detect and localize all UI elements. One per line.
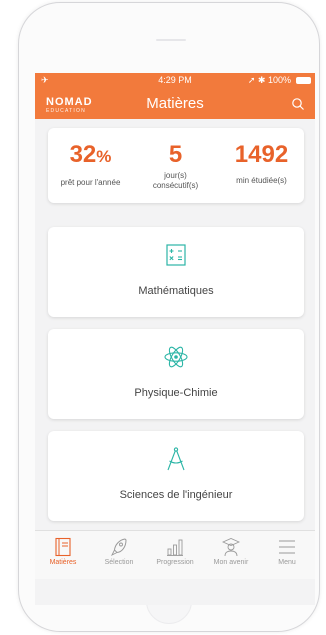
speaker: [156, 39, 186, 41]
subject-card-physique-chimie[interactable]: Physique-Chimie: [48, 329, 304, 419]
tab-menu[interactable]: Menu: [259, 531, 315, 579]
app-screen: ✈ 4:29 PM ➚ ✱ 100% NOMAD EDUCATION Matiè…: [35, 73, 315, 605]
stat-ready: 32% prêt pour l'année: [60, 141, 121, 188]
tab-mon-avenir[interactable]: Mon avenir: [203, 531, 259, 579]
subject-card-mathematiques[interactable]: Mathématiques: [48, 227, 304, 317]
stats-card: 32% prêt pour l'année 5 jour(s) consécuti…: [48, 128, 304, 203]
hamburger-icon: [279, 540, 295, 554]
stat-streak: 5 jour(s) consécutif(s): [152, 141, 199, 191]
atom-icon: [164, 346, 188, 368]
graduate-icon: [222, 538, 240, 557]
book-icon: [55, 537, 71, 557]
calculator-icon: [166, 244, 186, 266]
tab-matieres[interactable]: Matières: [35, 531, 91, 579]
subject-card-sciences-ingenieur[interactable]: Sciences de l'ingénieur: [48, 431, 304, 521]
status-battery-text: ➚ ✱ 100%: [247, 75, 291, 85]
tab-selection[interactable]: Sélection: [91, 531, 147, 579]
search-icon[interactable]: [291, 97, 305, 111]
rocket-icon: [110, 538, 127, 557]
subject-name: Mathématiques: [138, 285, 214, 297]
page-title: Matières: [146, 95, 204, 112]
bar-chart-icon: [167, 539, 183, 556]
nav-bar: NOMAD EDUCATION Matières: [35, 89, 315, 119]
subject-name: Sciences de l'ingénieur: [119, 489, 233, 501]
status-bar: ✈ 4:29 PM ➚ ✱ 100%: [35, 73, 315, 89]
battery-icon: [296, 77, 311, 84]
stat-minutes: 1492 min étudiée(s): [234, 141, 289, 186]
compass-icon: [167, 447, 185, 471]
tab-progression[interactable]: Progression: [147, 531, 203, 579]
tab-bar: Matières Sélection Progression Mon aveni…: [35, 530, 315, 579]
subject-name: Physique-Chimie: [134, 387, 218, 399]
